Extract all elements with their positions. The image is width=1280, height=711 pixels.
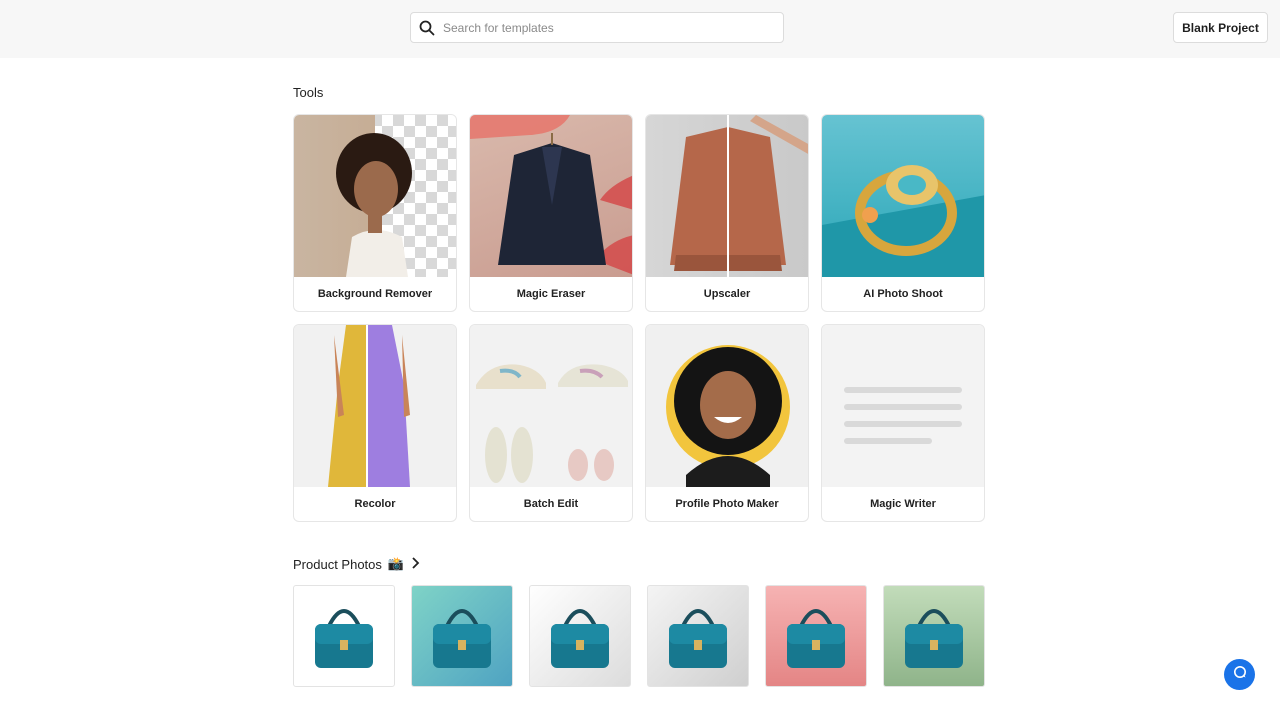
ring-image: [822, 115, 984, 277]
product-photos-title: Product Photos: [293, 556, 382, 572]
dress-image: [294, 325, 456, 487]
man-portrait-image: [646, 325, 808, 487]
product-photo-card[interactable]: [411, 585, 513, 687]
tools-grid: Background Remover Magic Eraser Upscaler…: [293, 114, 986, 522]
text-lines-image: [822, 325, 984, 487]
chevron-right-icon: [410, 556, 420, 572]
tool-label: Recolor: [354, 498, 396, 510]
jacket-image: [470, 115, 632, 277]
handbag-image: [315, 609, 373, 668]
handbag-image: [905, 609, 963, 668]
tool-label: Background Remover: [317, 288, 433, 300]
tool-card-magic-eraser[interactable]: Magic Eraser: [469, 114, 633, 312]
handbag-image: [669, 609, 727, 668]
handbag-image: [433, 609, 491, 668]
camera-emoji: 📸: [387, 556, 405, 571]
search-icon: [411, 13, 443, 42]
tool-label: Magic Writer: [870, 498, 936, 510]
tool-label: Upscaler: [703, 288, 751, 300]
tool-card-recolor[interactable]: Recolor: [293, 324, 457, 522]
handbag-image: [551, 609, 609, 668]
blank-project-button[interactable]: Blank Project: [1173, 12, 1268, 43]
product-photo-card[interactable]: [765, 585, 867, 687]
product-photos-row: [293, 585, 985, 687]
tool-card-profile-photo-maker[interactable]: Profile Photo Maker: [645, 324, 809, 522]
tool-label: AI Photo Shoot: [863, 288, 943, 300]
help-chat-button[interactable]: [1224, 659, 1255, 690]
product-photo-card[interactable]: [883, 585, 985, 687]
tools-section-title: Tools: [293, 85, 324, 100]
tool-label: Profile Photo Maker: [675, 498, 779, 510]
top-bar: Blank Project: [0, 0, 1280, 58]
handbag-image: [787, 609, 845, 668]
tool-label: Magic Eraser: [516, 288, 586, 300]
woman-portrait-image: [294, 115, 456, 277]
product-photo-card[interactable]: [293, 585, 395, 687]
bomber-jacket-image: [646, 115, 808, 277]
tool-card-background-remover[interactable]: Background Remover: [293, 114, 457, 312]
tool-card-ai-photo-shoot[interactable]: AI Photo Shoot: [821, 114, 985, 312]
search-box[interactable]: [410, 12, 784, 43]
sneakers-image: [470, 325, 632, 487]
tool-card-batch-edit[interactable]: Batch Edit: [469, 324, 633, 522]
product-photos-link[interactable]: Product Photos 📸: [293, 556, 420, 572]
chat-bubble-icon: [1233, 665, 1247, 684]
search-input[interactable]: [443, 20, 773, 35]
product-photo-card[interactable]: [529, 585, 631, 687]
tool-card-upscaler[interactable]: Upscaler: [645, 114, 809, 312]
tool-label: Batch Edit: [523, 498, 579, 510]
product-photo-card[interactable]: [647, 585, 749, 687]
tool-card-magic-writer[interactable]: Magic Writer: [821, 324, 985, 522]
